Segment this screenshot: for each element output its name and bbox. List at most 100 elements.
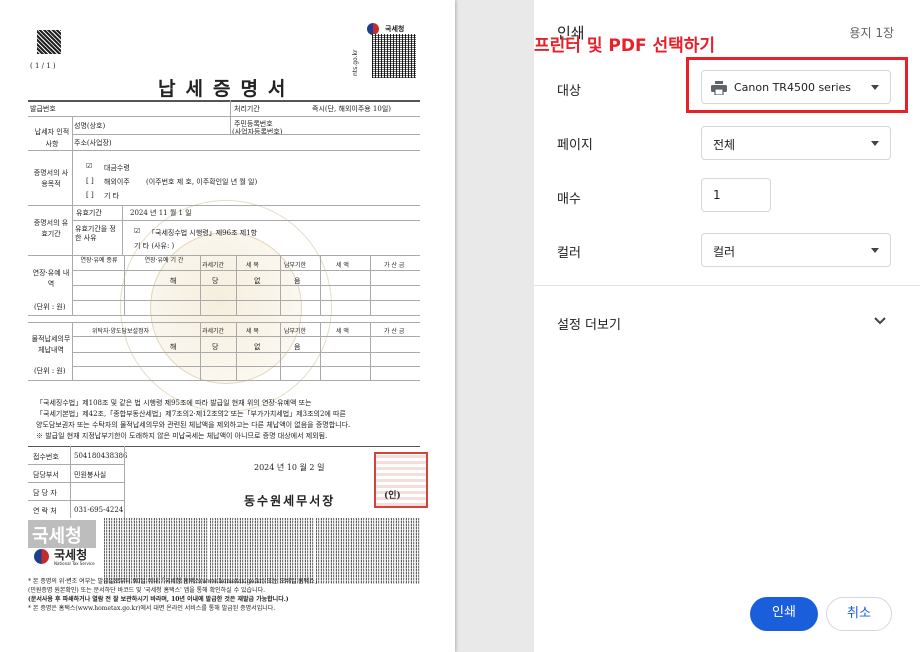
pages-select[interactable]: 전체 xyxy=(701,126,891,160)
divider xyxy=(122,205,123,255)
destination-select[interactable]: Canon TR4500 series xyxy=(701,70,891,104)
copies-label: 매수 xyxy=(557,192,581,207)
divider xyxy=(230,100,231,116)
nts-brand-en: National Tax Service xyxy=(54,561,95,566)
seizure-col-taxperiod: 과세기간 xyxy=(202,328,225,335)
tax-office-name: 동수원세무서장 xyxy=(244,494,336,508)
more-settings-label: 설정 더보기 xyxy=(557,318,621,333)
official-seal xyxy=(374,452,428,508)
nts-brand-icon xyxy=(34,549,49,564)
dropdown-caret-icon xyxy=(871,141,879,146)
divider xyxy=(370,322,371,380)
seizure-none-4: 음 xyxy=(294,343,301,351)
more-settings-row[interactable]: 설정 더보기 xyxy=(534,300,920,344)
ext-none-4: 음 xyxy=(294,277,301,285)
annotation-text: 프린터 및 PDF 선택하기 xyxy=(534,36,716,56)
stamp-label: 국세청 xyxy=(32,526,82,547)
divider xyxy=(72,322,73,380)
purpose-label: 증명서의 사용목적 xyxy=(33,169,69,188)
seizure-none-1: 해 xyxy=(170,343,177,351)
divider xyxy=(72,270,420,271)
seizure-col-penalty: 가 산 금 xyxy=(384,328,405,335)
seizure-none-2: 당 xyxy=(212,343,219,351)
chevron-down-icon xyxy=(874,317,886,325)
destination-value: Canon TR4500 series xyxy=(734,81,852,94)
divider xyxy=(200,322,201,380)
seizure-label: 물적납세의무 체납내역 xyxy=(31,335,71,354)
document-barcode-1 xyxy=(104,518,208,584)
divider xyxy=(230,116,231,134)
sheet-count: 용지 1장 xyxy=(849,26,894,40)
process-period-value: 즉시(단, 해외이주용 10일) xyxy=(312,105,392,113)
dept-value: 민원봉사실 xyxy=(74,471,107,479)
ext-col-taxperiod: 과세기간 xyxy=(202,262,225,269)
valid-reason-option-1: 「국세징수법 시행령」제96조 제1항 xyxy=(148,229,258,237)
print-button[interactable]: 인쇄 xyxy=(750,597,818,631)
divider xyxy=(72,150,73,205)
pages-label: 페이지 xyxy=(557,138,593,153)
ext-col-duedate: 납부기한 xyxy=(284,262,307,269)
color-value: 컬러 xyxy=(713,245,736,259)
divider xyxy=(28,500,124,501)
purpose-option-3: 기 타 xyxy=(104,192,120,200)
document-barcode-3 xyxy=(316,518,420,584)
divider xyxy=(28,205,420,206)
phone-label: 연 락 처 xyxy=(33,507,57,515)
statement-line-4: ※ 발급일 현재 지정납부기한이 도래하지 않은 미납국세는 체납액이 아니므로… xyxy=(36,432,328,440)
divider xyxy=(28,315,420,316)
valid-reason-option-2: 기 타 (사유: ) xyxy=(134,242,175,250)
ext-col-type: 연장·유예 종류 xyxy=(80,257,118,264)
purpose-option-2-detail: (이주번호 제 호, 이주확인일 년 월 일) xyxy=(146,178,258,186)
verification-qr-code xyxy=(372,34,416,78)
divider xyxy=(72,352,420,353)
table-top-border xyxy=(28,100,420,102)
name-label: 성명(상호) xyxy=(74,122,106,130)
divider xyxy=(28,464,124,465)
seizure-col-taxitem: 세 목 xyxy=(246,328,259,335)
divider xyxy=(72,205,73,255)
valid-reason-label: 유효기간을 정한 사유 xyxy=(75,225,116,242)
extension-label: 연장·유예 내역 xyxy=(32,269,70,288)
issue-no-label: 발급번호 xyxy=(30,105,56,113)
divider xyxy=(28,446,420,447)
purpose-check-1: ☑ xyxy=(86,162,93,170)
document-preview-page[interactable]: ( 1 / 1 ) 국세청 nts.go.kr 납세증명서 발급번호 처리기간 … xyxy=(0,0,455,652)
divider xyxy=(72,285,420,286)
purpose-check-3: [ ] xyxy=(86,191,94,199)
divider xyxy=(72,300,420,301)
validity-label: 증명서의 유효기간 xyxy=(33,219,69,238)
seizure-col-duedate: 납부기한 xyxy=(284,328,307,335)
divider xyxy=(72,220,420,221)
footnote-2: (민원증명 원본확인) 또는 문서하단 바코드 및 '국세청 홈택스' 앱을 통… xyxy=(28,587,266,594)
receipt-number: 504180438386 xyxy=(74,452,128,460)
ext-none-2: 당 xyxy=(212,277,219,285)
ext-col-period: 연장·유예 기 간 xyxy=(144,257,184,264)
divider xyxy=(72,134,420,135)
footnote-1: * 본 증명의 위·변조 여부는 발급일로부터 90일 이내「국세청 홈택스(w… xyxy=(28,578,321,585)
valid-period-value: 2024 년 11 월 1 일 xyxy=(130,209,192,217)
business-no-label: (사업자등록번호) xyxy=(232,128,283,136)
pages-value: 전체 xyxy=(713,138,736,152)
divider xyxy=(72,116,73,150)
purpose-check-2: [ ] xyxy=(86,177,94,185)
divider xyxy=(28,482,124,483)
footnote-3: (문서사용 후 파쇄하거나 열람 전 잘 보관하시기 바라며, 10년 이내에 … xyxy=(28,596,289,603)
page-indicator: ( 1 / 1 ) xyxy=(30,62,56,70)
color-select[interactable]: 컬러 xyxy=(701,233,891,267)
ext-col-amount: 세 액 xyxy=(336,262,349,269)
ext-none-1: 해 xyxy=(170,277,177,285)
extension-unit: (단위 : 원) xyxy=(34,303,66,311)
copies-input[interactable]: 1 xyxy=(701,178,771,212)
statement-line-2: 「국세기본법」제42조,「종합부동산세법」제7조의2·제12조의2 또는「부가가… xyxy=(36,410,346,418)
dropdown-caret-icon xyxy=(871,248,879,253)
process-period-label: 처리기간 xyxy=(234,105,260,113)
officer-label: 담 당 자 xyxy=(33,489,57,497)
cancel-button[interactable]: 취소 xyxy=(826,597,892,631)
ext-col-taxitem: 세 목 xyxy=(246,262,259,269)
statement-line-3: 양도담보권자 또는 수탁자의 물적납세의무와 관련된 체납액을 제외하고는 다른… xyxy=(36,421,351,429)
document-qr-code xyxy=(37,30,61,54)
dept-label: 담당부서 xyxy=(33,471,59,479)
divider xyxy=(280,322,281,380)
seizure-col-amount: 세 액 xyxy=(336,328,349,335)
seizure-unit: (단위 : 원) xyxy=(34,367,66,375)
